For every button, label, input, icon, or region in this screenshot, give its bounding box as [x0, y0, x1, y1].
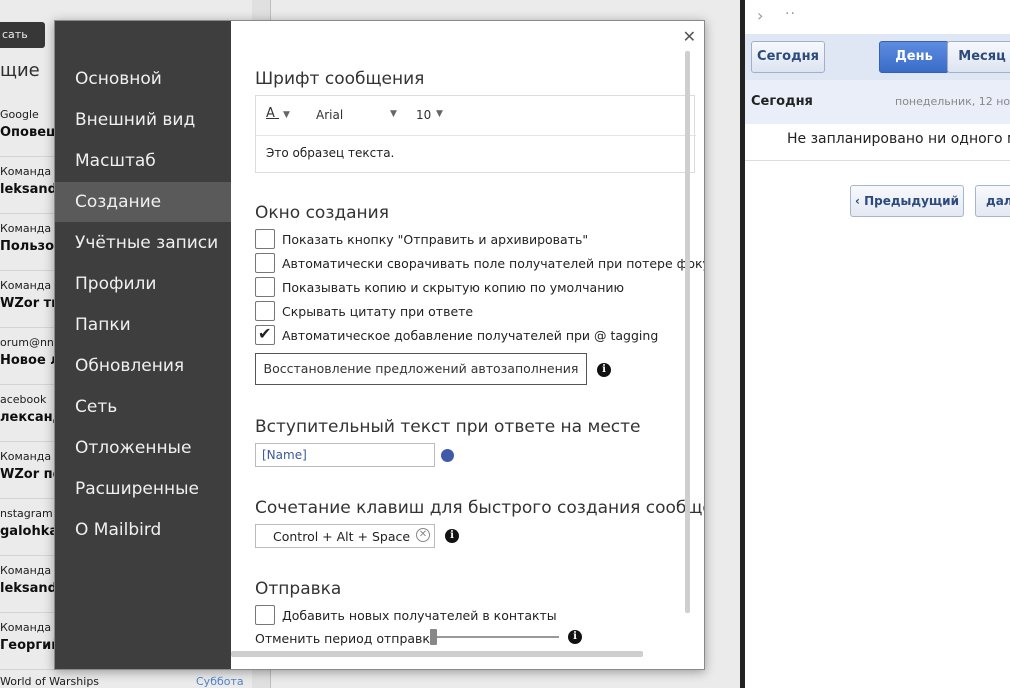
compose-option-checkbox[interactable]	[255, 301, 275, 321]
calendar-empty-text: Не запланировано ни одного м	[787, 131, 1010, 147]
font-size-select[interactable]: 10	[416, 108, 431, 122]
nav-item[interactable]: Основной	[55, 59, 231, 99]
settings-dialog: Основной Внешний вид Масштаб Создание Учётны…	[54, 20, 705, 670]
compose-option-label: Автоматически сворачивать поле получател…	[282, 256, 705, 271]
font-section-title: Шрифт сообщения	[255, 69, 425, 89]
add-contacts-checkbox[interactable]	[255, 605, 275, 625]
compose-option-label: Автоматическое добавление получателей пр…	[282, 328, 659, 343]
clear-icon[interactable]: ✕	[416, 528, 430, 542]
shortcut-input[interactable]: Control + Alt + Space	[255, 524, 435, 548]
nav-item[interactable]: Внешний вид	[55, 100, 231, 140]
inline-reply-title: Вступительный текст при ответе на месте	[255, 417, 641, 437]
font-color-picker[interactable]: A ▼	[266, 106, 290, 121]
nav-item[interactable]: Обновления	[55, 346, 231, 386]
calendar-day-header: Сегодня понедельник, 12 ноя	[745, 80, 1010, 124]
calendar-day-date: понедельник, 12 ноя	[895, 95, 1010, 108]
compose-section-title: Окно создания	[255, 203, 389, 223]
compose-option-label: Показывать копию и скрытую копию по умол…	[282, 280, 625, 295]
horizontal-scrollbar[interactable]	[231, 651, 643, 657]
calendar-day-button[interactable]: День	[879, 41, 949, 73]
inline-reply-input[interactable]: [Name]	[255, 443, 435, 467]
nav-item[interactable]: Создание	[55, 182, 231, 222]
send-section-title: Отправка	[255, 579, 342, 599]
chevron-down-icon[interactable]: ▼	[390, 109, 397, 119]
chevron-right-icon[interactable]: ›	[757, 6, 763, 25]
calendar-topbar: › ··	[745, 0, 1010, 34]
compose-option-checkbox[interactable]	[255, 277, 275, 297]
more-icon[interactable]: ··	[785, 6, 796, 22]
compose-option-checkbox[interactable]	[255, 253, 275, 273]
font-family-select[interactable]: Arial	[316, 108, 343, 122]
nav-item[interactable]: Масштаб	[55, 141, 231, 181]
calendar-toolbar: Сегодня День Месяц	[745, 34, 1010, 80]
calendar-day-label: Сегодня	[751, 94, 813, 109]
calendar-today-button[interactable]: Сегодня	[751, 41, 825, 73]
nav-item[interactable]: Профили	[55, 264, 231, 304]
compose-option-checkbox[interactable]	[255, 229, 275, 249]
calendar-separator	[745, 160, 1010, 161]
color-dot-icon[interactable]	[441, 449, 454, 462]
compose-option-label: Скрывать цитату при ответе	[282, 304, 474, 319]
chevron-down-icon[interactable]: ▼	[436, 109, 443, 119]
font-sample-text: Это образец текста.	[266, 146, 395, 160]
vertical-scrollbar[interactable]	[685, 51, 690, 613]
calendar-prev-button[interactable]: ‹ Предыдущий	[850, 185, 964, 217]
nav-item[interactable]: Отложенные	[55, 428, 231, 468]
screen: сать щие Google Оповеще Команда Те leksandr…	[0, 0, 1010, 688]
chevron-down-icon: ▼	[283, 110, 290, 120]
restore-autocomplete-button[interactable]: Восстановление предложений автозаполнени…	[255, 353, 587, 385]
compose-option-checkbox[interactable]	[255, 324, 275, 345]
add-contacts-label: Добавить новых получателей в контакты	[282, 608, 557, 623]
font-settings-box: A ▼ Arial ▼ 10 ▼ Это образец текста.	[255, 95, 696, 173]
info-icon[interactable]: i	[597, 363, 611, 377]
undo-send-label: Отменить период отправки	[255, 631, 439, 646]
nav-item[interactable]: Папки	[55, 305, 231, 345]
calendar-month-button[interactable]: Месяц	[947, 41, 1010, 73]
calendar-pane: › ·· Сегодня День Месяц Сегодня понедель…	[745, 0, 1010, 688]
info-icon[interactable]: i	[568, 630, 582, 644]
compose-option-label: Показать кнопку "Отправить и архивироват…	[282, 232, 589, 247]
nav-item[interactable]: Расширенные	[55, 469, 231, 509]
shortcut-title: Сочетание клавиш для быстрого создания с…	[255, 498, 705, 518]
calendar-next-button[interactable]: дал	[975, 185, 1010, 217]
nav-item[interactable]: О Mailbird	[55, 510, 231, 550]
undo-send-slider[interactable]	[431, 636, 559, 638]
nav-item[interactable]: Сеть	[55, 387, 231, 427]
info-icon[interactable]: i	[445, 529, 459, 543]
font-toolbar: A ▼ Arial ▼ 10 ▼	[256, 96, 696, 136]
close-icon[interactable]: ✕	[683, 27, 696, 46]
font-color-icon: A	[266, 106, 275, 121]
settings-nav: Основной Внешний вид Масштаб Создание Учётны…	[55, 21, 231, 669]
settings-content: ✕ Шрифт сообщения A ▼ Arial ▼ 10 ▼ Это о…	[231, 21, 705, 669]
nav-item[interactable]: Учётные записи	[55, 223, 231, 263]
slider-thumb[interactable]	[430, 629, 437, 645]
